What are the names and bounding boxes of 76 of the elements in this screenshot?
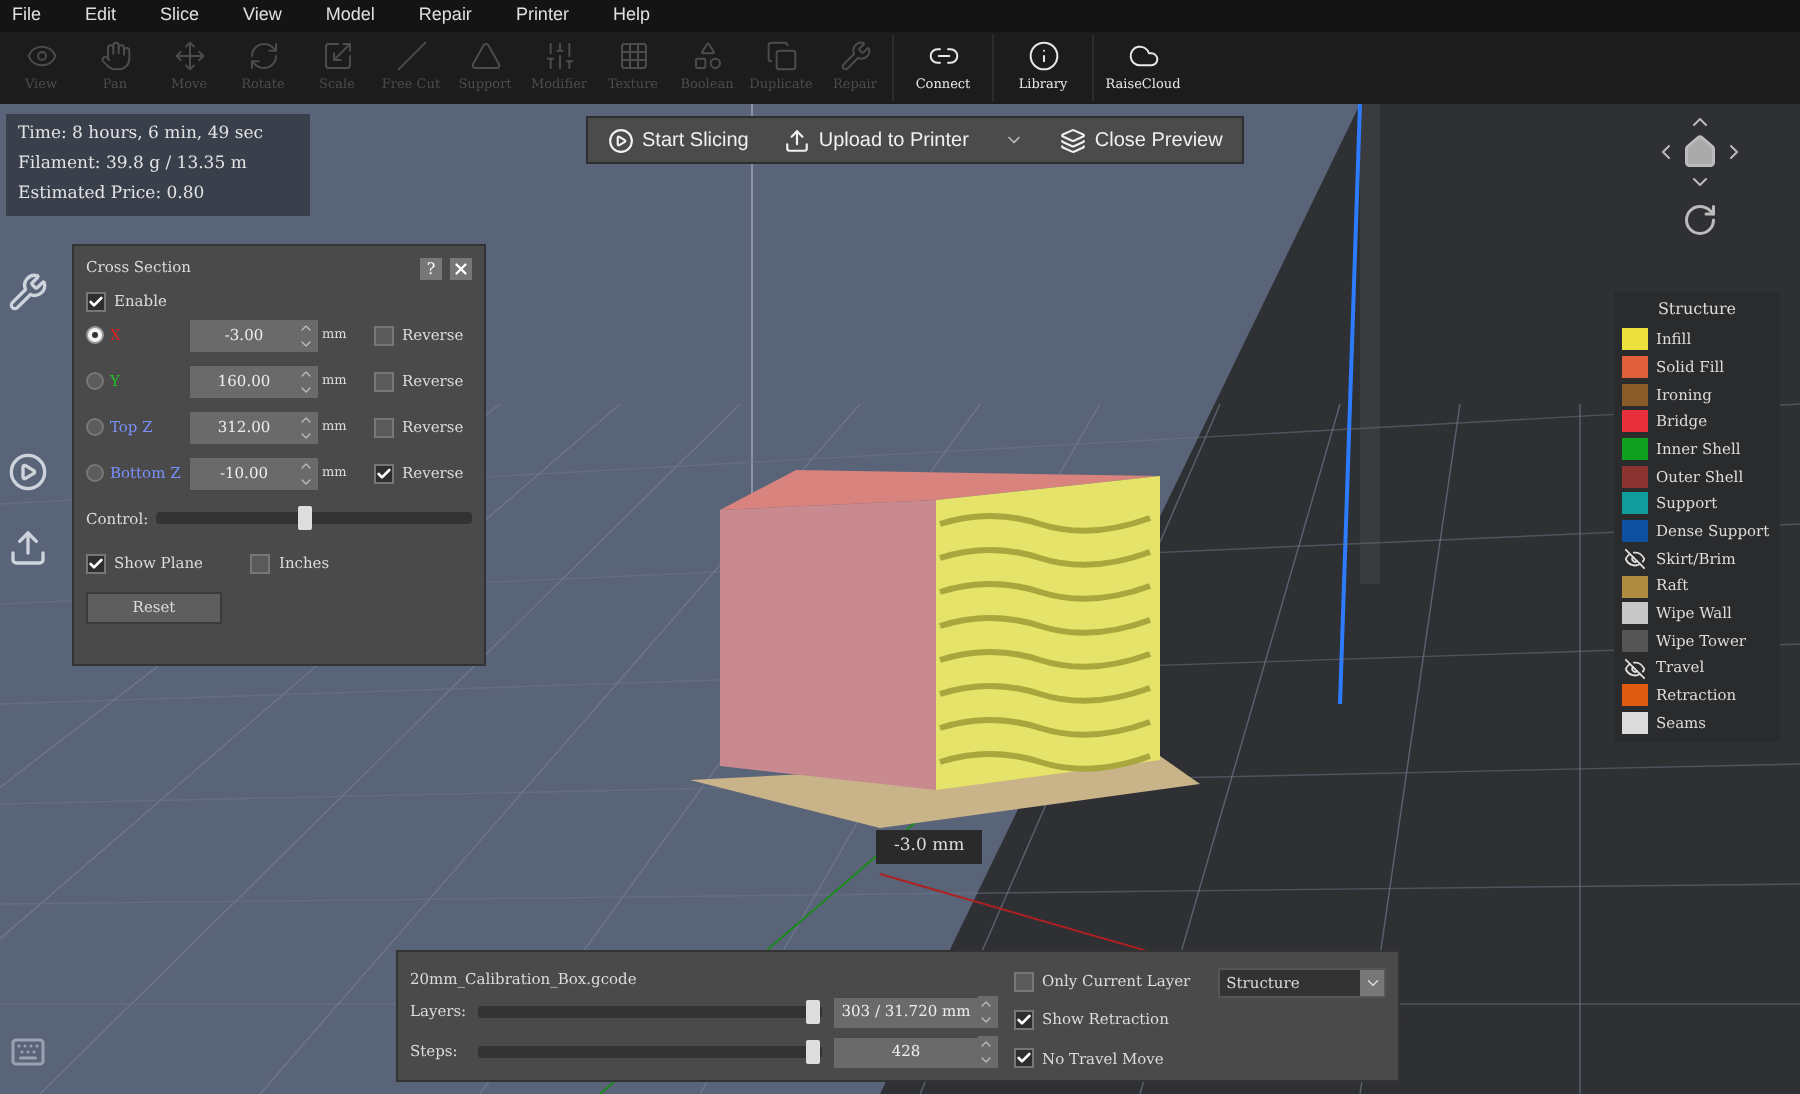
color-swatch[interactable] xyxy=(1622,356,1648,379)
slider-thumb[interactable] xyxy=(805,1040,820,1064)
stat-text: Filament: 39.8 g / 13.35 m xyxy=(18,152,249,178)
checkbox[interactable] xyxy=(250,553,271,574)
radio-button[interactable] xyxy=(86,464,104,483)
support-icon xyxy=(469,40,501,73)
checkbox[interactable] xyxy=(86,291,106,312)
menu-item[interactable]: Help xyxy=(612,2,650,30)
layers-icon xyxy=(1060,127,1087,153)
move-icon xyxy=(173,40,205,73)
upload-icon[interactable] xyxy=(8,528,48,568)
color-swatch[interactable] xyxy=(1622,383,1648,406)
help-button[interactable]: ? xyxy=(420,257,442,279)
rotate-icon xyxy=(247,40,279,73)
legend-title: Structure xyxy=(1655,298,1739,322)
play-icon xyxy=(608,127,634,153)
menu-item[interactable]: Slice xyxy=(160,2,200,30)
slider-thumb[interactable] xyxy=(805,1000,820,1024)
color-swatch[interactable] xyxy=(1622,602,1648,625)
stat-text: Time: 8 hours, 6 min, 49 sec xyxy=(18,122,265,148)
modifier-icon xyxy=(543,40,575,73)
home-icon[interactable] xyxy=(1682,134,1718,170)
slider-track[interactable] xyxy=(478,1006,822,1018)
color-swatch[interactable] xyxy=(1622,465,1648,488)
slider-track[interactable] xyxy=(156,512,472,525)
color-swatch[interactable] xyxy=(1622,684,1648,707)
color-swatch[interactable] xyxy=(1622,629,1648,652)
radio-button[interactable] xyxy=(86,326,104,345)
checkbox[interactable] xyxy=(374,463,394,484)
menu-item[interactable]: View xyxy=(243,2,282,30)
spin-arrows-icon[interactable] xyxy=(978,1036,998,1068)
color-swatch[interactable] xyxy=(1622,711,1648,734)
checkbox[interactable] xyxy=(1014,1048,1034,1069)
menu-item[interactable]: Model xyxy=(325,2,375,30)
slider-track[interactable] xyxy=(478,1046,822,1058)
close-button[interactable] xyxy=(450,257,472,279)
play-icon[interactable] xyxy=(8,452,48,492)
caret-icon xyxy=(1363,974,1381,992)
repair-icon xyxy=(839,40,871,73)
checkbox[interactable] xyxy=(374,371,394,392)
color-swatch[interactable] xyxy=(1622,520,1648,543)
menu-item[interactable]: Repair xyxy=(418,2,472,30)
color-swatch[interactable] xyxy=(1622,492,1648,515)
stat-text: Estimated Price: 0.80 xyxy=(18,182,207,208)
rotate-3d-icon[interactable] xyxy=(1682,202,1718,238)
radio-button[interactable] xyxy=(86,418,104,437)
checkbox[interactable] xyxy=(374,417,394,438)
slider-thumb[interactable] xyxy=(298,506,313,531)
scale-icon xyxy=(321,40,353,73)
radio-button[interactable] xyxy=(86,372,104,391)
menu-item[interactable]: Edit xyxy=(85,2,117,30)
texture-icon xyxy=(617,40,649,73)
spin-arrows-icon[interactable] xyxy=(978,996,998,1028)
action-button[interactable]: Close Preview xyxy=(1060,125,1223,155)
checkbox[interactable] xyxy=(86,553,106,574)
menu-item[interactable]: File xyxy=(12,2,42,30)
duplicate-icon xyxy=(765,40,797,73)
action-button[interactable]: Upload to Printer xyxy=(784,125,969,155)
color-swatch[interactable] xyxy=(1622,575,1648,598)
color-swatch[interactable] xyxy=(1622,438,1648,461)
color-swatch[interactable] xyxy=(1622,328,1648,351)
boolean-icon xyxy=(691,40,723,73)
library-icon xyxy=(1027,40,1059,73)
cut-icon xyxy=(395,40,427,73)
checkbox[interactable] xyxy=(1014,1009,1034,1030)
pan-icon xyxy=(99,40,131,73)
color-swatch[interactable] xyxy=(1622,410,1648,433)
menu-item[interactable]: Printer xyxy=(515,2,569,30)
eye-hidden-icon[interactable] xyxy=(1622,547,1648,570)
cut-position-label: -3.0 mm xyxy=(876,830,983,864)
eye-hidden-icon[interactable] xyxy=(1622,657,1648,680)
checkbox[interactable] xyxy=(1014,971,1034,992)
action-button[interactable]: Start Slicing xyxy=(608,125,749,155)
wrench-icon[interactable] xyxy=(8,272,48,312)
upload-icon xyxy=(784,127,811,153)
checkbox[interactable] xyxy=(374,325,394,346)
